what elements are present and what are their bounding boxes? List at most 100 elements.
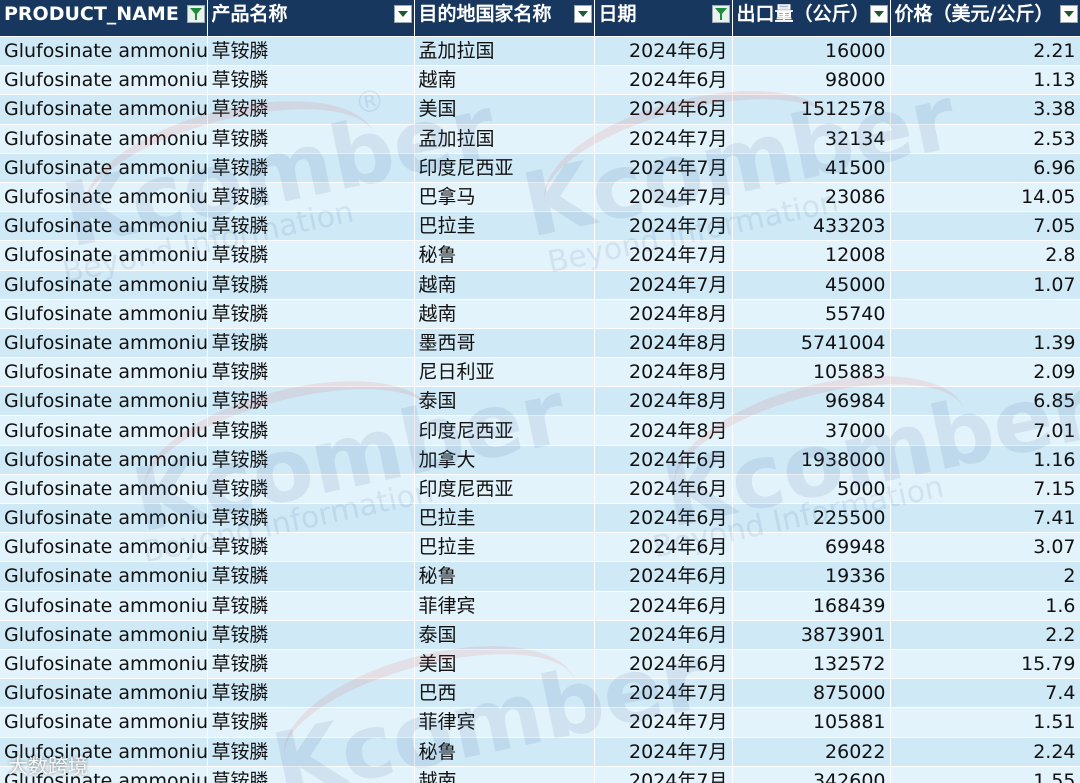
cell-product-name[interactable]: Glufosinate ammoniu <box>0 766 208 783</box>
cell-destination-country[interactable]: 巴拉圭 <box>414 503 595 534</box>
cell-export-volume[interactable]: 12008 <box>732 240 891 271</box>
cell-date[interactable]: 2024年6月 <box>594 94 733 125</box>
cell-price[interactable]: 3.38 <box>890 94 1080 125</box>
cell-product-name[interactable]: Glufosinate ammoniu <box>0 36 208 67</box>
filter-dropdown-button[interactable] <box>573 5 592 23</box>
cell-destination-country[interactable]: 巴拉圭 <box>414 532 595 563</box>
cell-product-cn-name[interactable]: 草铵膦 <box>207 65 415 96</box>
cell-product-name[interactable]: Glufosinate ammoniu <box>0 357 208 388</box>
column-header-destination-country[interactable]: 目的地国家名称 <box>414 0 595 37</box>
cell-product-cn-name[interactable]: 草铵膦 <box>207 299 415 329</box>
cell-product-name[interactable]: Glufosinate ammoniu <box>0 707 208 738</box>
cell-product-name[interactable]: Glufosinate ammoniu <box>0 153 208 183</box>
cell-date[interactable]: 2024年8月 <box>594 415 733 446</box>
cell-date[interactable]: 2024年7月 <box>594 124 733 154</box>
cell-export-volume[interactable]: 23086 <box>732 182 891 213</box>
cell-destination-country[interactable]: 巴西 <box>414 678 595 709</box>
cell-date[interactable]: 2024年7月 <box>594 211 733 242</box>
cell-date[interactable]: 2024年7月 <box>594 182 733 213</box>
cell-date[interactable]: 2024年6月 <box>594 591 733 621</box>
cell-date[interactable]: 2024年6月 <box>594 445 733 475</box>
cell-product-name[interactable]: Glufosinate ammoniu <box>0 474 208 505</box>
cell-price[interactable]: 1.51 <box>890 707 1080 738</box>
cell-price[interactable]: 7.05 <box>890 211 1080 242</box>
cell-destination-country[interactable]: 印度尼西亚 <box>414 415 595 446</box>
cell-product-name[interactable]: Glufosinate ammoniu <box>0 561 208 592</box>
cell-export-volume[interactable]: 132572 <box>732 649 891 680</box>
cell-product-cn-name[interactable]: 草铵膦 <box>207 591 415 621</box>
cell-product-cn-name[interactable]: 草铵膦 <box>207 561 415 592</box>
cell-product-name[interactable]: Glufosinate ammoniu <box>0 503 208 534</box>
cell-destination-country[interactable]: 越南 <box>414 766 595 783</box>
cell-product-name[interactable]: Glufosinate ammoniu <box>0 328 208 359</box>
cell-date[interactable]: 2024年6月 <box>594 532 733 563</box>
cell-price[interactable]: 14.05 <box>890 182 1080 213</box>
column-header-product-name[interactable]: PRODUCT_NAME <box>0 0 208 37</box>
cell-date[interactable]: 2024年8月 <box>594 357 733 388</box>
cell-date[interactable]: 2024年6月 <box>594 36 733 67</box>
cell-product-cn-name[interactable]: 草铵膦 <box>207 94 415 125</box>
cell-destination-country[interactable]: 巴拿马 <box>414 182 595 213</box>
cell-destination-country[interactable]: 秘鲁 <box>414 240 595 271</box>
cell-export-volume[interactable]: 225500 <box>732 503 891 534</box>
column-header-date[interactable]: 日期 <box>594 0 733 37</box>
cell-destination-country[interactable]: 美国 <box>414 94 595 125</box>
cell-date[interactable]: 2024年7月 <box>594 707 733 738</box>
cell-date[interactable]: 2024年7月 <box>594 153 733 183</box>
cell-date[interactable]: 2024年6月 <box>594 561 733 592</box>
cell-date[interactable]: 2024年7月 <box>594 766 733 783</box>
cell-product-cn-name[interactable]: 草铵膦 <box>207 532 415 563</box>
cell-product-name[interactable]: Glufosinate ammoniu <box>0 737 208 767</box>
cell-product-name[interactable]: Glufosinate ammoniu <box>0 65 208 96</box>
cell-product-cn-name[interactable]: 草铵膦 <box>207 357 415 388</box>
cell-destination-country[interactable]: 孟加拉国 <box>414 36 595 67</box>
cell-product-cn-name[interactable]: 草铵膦 <box>207 737 415 767</box>
cell-product-cn-name[interactable]: 草铵膦 <box>207 503 415 534</box>
cell-date[interactable]: 2024年8月 <box>594 299 733 329</box>
cell-export-volume[interactable]: 1512578 <box>732 94 891 125</box>
column-header-product-cn-name[interactable]: 产品名称 <box>207 0 415 37</box>
cell-product-cn-name[interactable]: 草铵膦 <box>207 415 415 446</box>
cell-price[interactable]: 1.6 <box>890 591 1080 621</box>
cell-date[interactable]: 2024年7月 <box>594 270 733 300</box>
cell-product-cn-name[interactable]: 草铵膦 <box>207 211 415 242</box>
cell-date[interactable]: 2024年7月 <box>594 678 733 709</box>
cell-export-volume[interactable]: 37000 <box>732 415 891 446</box>
cell-date[interactable]: 2024年8月 <box>594 386 733 417</box>
cell-export-volume[interactable]: 342600 <box>732 766 891 783</box>
cell-export-volume[interactable]: 3873901 <box>732 620 891 650</box>
cell-price[interactable]: 6.96 <box>890 153 1080 183</box>
cell-product-cn-name[interactable]: 草铵膦 <box>207 36 415 67</box>
cell-price[interactable]: 15.79 <box>890 649 1080 680</box>
cell-product-name[interactable]: Glufosinate ammoniu <box>0 386 208 417</box>
cell-price[interactable]: 7.41 <box>890 503 1080 534</box>
cell-product-cn-name[interactable]: 草铵膦 <box>207 124 415 154</box>
cell-product-name[interactable]: Glufosinate ammoniu <box>0 94 208 125</box>
cell-export-volume[interactable]: 1938000 <box>732 445 891 475</box>
cell-destination-country[interactable]: 孟加拉国 <box>414 124 595 154</box>
cell-date[interactable]: 2024年8月 <box>594 328 733 359</box>
cell-price[interactable]: 2.2 <box>890 620 1080 650</box>
cell-date[interactable]: 2024年6月 <box>594 503 733 534</box>
filter-active-button[interactable] <box>711 5 730 23</box>
cell-export-volume[interactable]: 5741004 <box>732 328 891 359</box>
cell-date[interactable]: 2024年7月 <box>594 737 733 767</box>
cell-price[interactable]: 7.4 <box>890 678 1080 709</box>
cell-export-volume[interactable]: 105881 <box>732 707 891 738</box>
cell-price[interactable]: 2.53 <box>890 124 1080 154</box>
cell-product-cn-name[interactable]: 草铵膦 <box>207 678 415 709</box>
cell-destination-country[interactable]: 墨西哥 <box>414 328 595 359</box>
cell-product-cn-name[interactable]: 草铵膦 <box>207 649 415 680</box>
cell-export-volume[interactable]: 32134 <box>732 124 891 154</box>
cell-destination-country[interactable]: 菲律宾 <box>414 707 595 738</box>
cell-destination-country[interactable]: 加拿大 <box>414 445 595 475</box>
cell-price[interactable]: 7.01 <box>890 415 1080 446</box>
cell-export-volume[interactable]: 26022 <box>732 737 891 767</box>
cell-destination-country[interactable]: 印度尼西亚 <box>414 474 595 505</box>
cell-export-volume[interactable]: 69948 <box>732 532 891 563</box>
cell-export-volume[interactable]: 168439 <box>732 591 891 621</box>
cell-product-name[interactable]: Glufosinate ammoniu <box>0 620 208 650</box>
cell-product-name[interactable]: Glufosinate ammoniu <box>0 182 208 213</box>
cell-date[interactable]: 2024年6月 <box>594 649 733 680</box>
cell-price[interactable]: 3.07 <box>890 532 1080 563</box>
